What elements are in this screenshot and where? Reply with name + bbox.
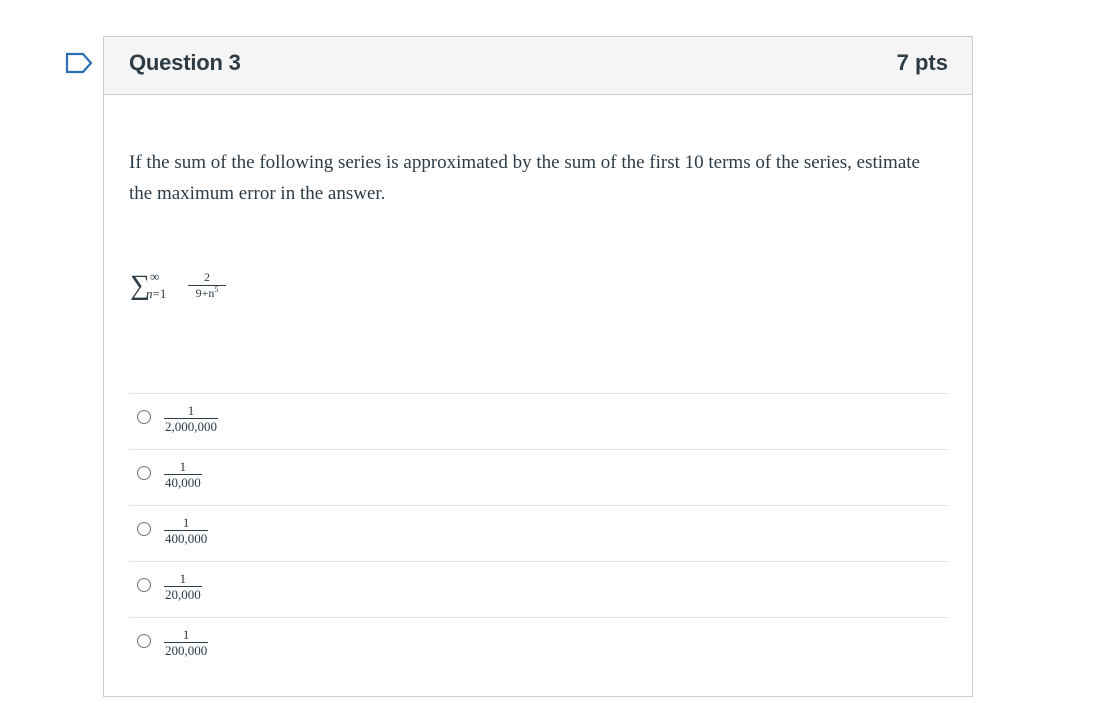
summation-upper-limit: ∞ (150, 269, 160, 284)
answer-option-2[interactable]: 1 40,000 (129, 449, 949, 505)
answer-numerator: 1 (179, 571, 187, 586)
question-card: Question 3 7 pts If the sum of the follo… (103, 36, 973, 697)
answer-denominator: 200,000 (165, 643, 208, 658)
summation-start: =1 (152, 286, 167, 301)
question-header: Question 3 7 pts (104, 37, 972, 95)
answer-fraction: 1 200,000 (164, 627, 209, 658)
summation-lower-limit: n=1 (146, 287, 166, 300)
question-points: 7 pts (896, 50, 948, 75)
answer-fraction: 1 40,000 (164, 460, 202, 490)
question-title: Question 3 (129, 50, 241, 75)
answer-denominator: 2,000,000 (165, 419, 217, 434)
answer-option-1[interactable]: 1 2,000,000 (129, 393, 949, 449)
answer-numerator: 1 (187, 403, 195, 418)
series-term: 2 9+n5 (188, 271, 226, 300)
answer-numerator: 1 (182, 627, 190, 642)
answer-numerator: 1 (182, 515, 190, 530)
answer-denominator: 400,000 (165, 531, 208, 546)
radio-unchecked-icon[interactable] (137, 522, 151, 536)
answer-denominator: 40,000 (165, 475, 201, 490)
radio-unchecked-icon[interactable] (137, 410, 151, 424)
answer-denominator: 20,000 (165, 587, 201, 602)
answer-list: 1 2,000,000 1 40,000 1 400,000 1 20,000 … (129, 393, 949, 673)
flag-question-icon[interactable] (64, 52, 94, 74)
answer-option-4[interactable]: 1 20,000 (129, 561, 949, 617)
answer-option-5[interactable]: 1 200,000 (129, 617, 949, 673)
series-term-denominator-base: 9+n (195, 286, 215, 300)
radio-unchecked-icon[interactable] (137, 578, 151, 592)
series-term-numerator: 2 (204, 270, 210, 284)
answer-option-3[interactable]: 1 400,000 (129, 505, 949, 561)
radio-unchecked-icon[interactable] (137, 466, 151, 480)
question-text: If the sum of the following series is ap… (129, 152, 920, 204)
answer-fraction: 1 2,000,000 (164, 404, 218, 434)
answer-fraction: 1 400,000 (164, 515, 209, 546)
radio-unchecked-icon[interactable] (137, 634, 151, 648)
series-term-denominator: 9+n5 (188, 285, 226, 300)
answer-fraction: 1 20,000 (164, 572, 202, 602)
series-term-exponent: 5 (214, 285, 219, 294)
answer-numerator: 1 (179, 459, 187, 474)
